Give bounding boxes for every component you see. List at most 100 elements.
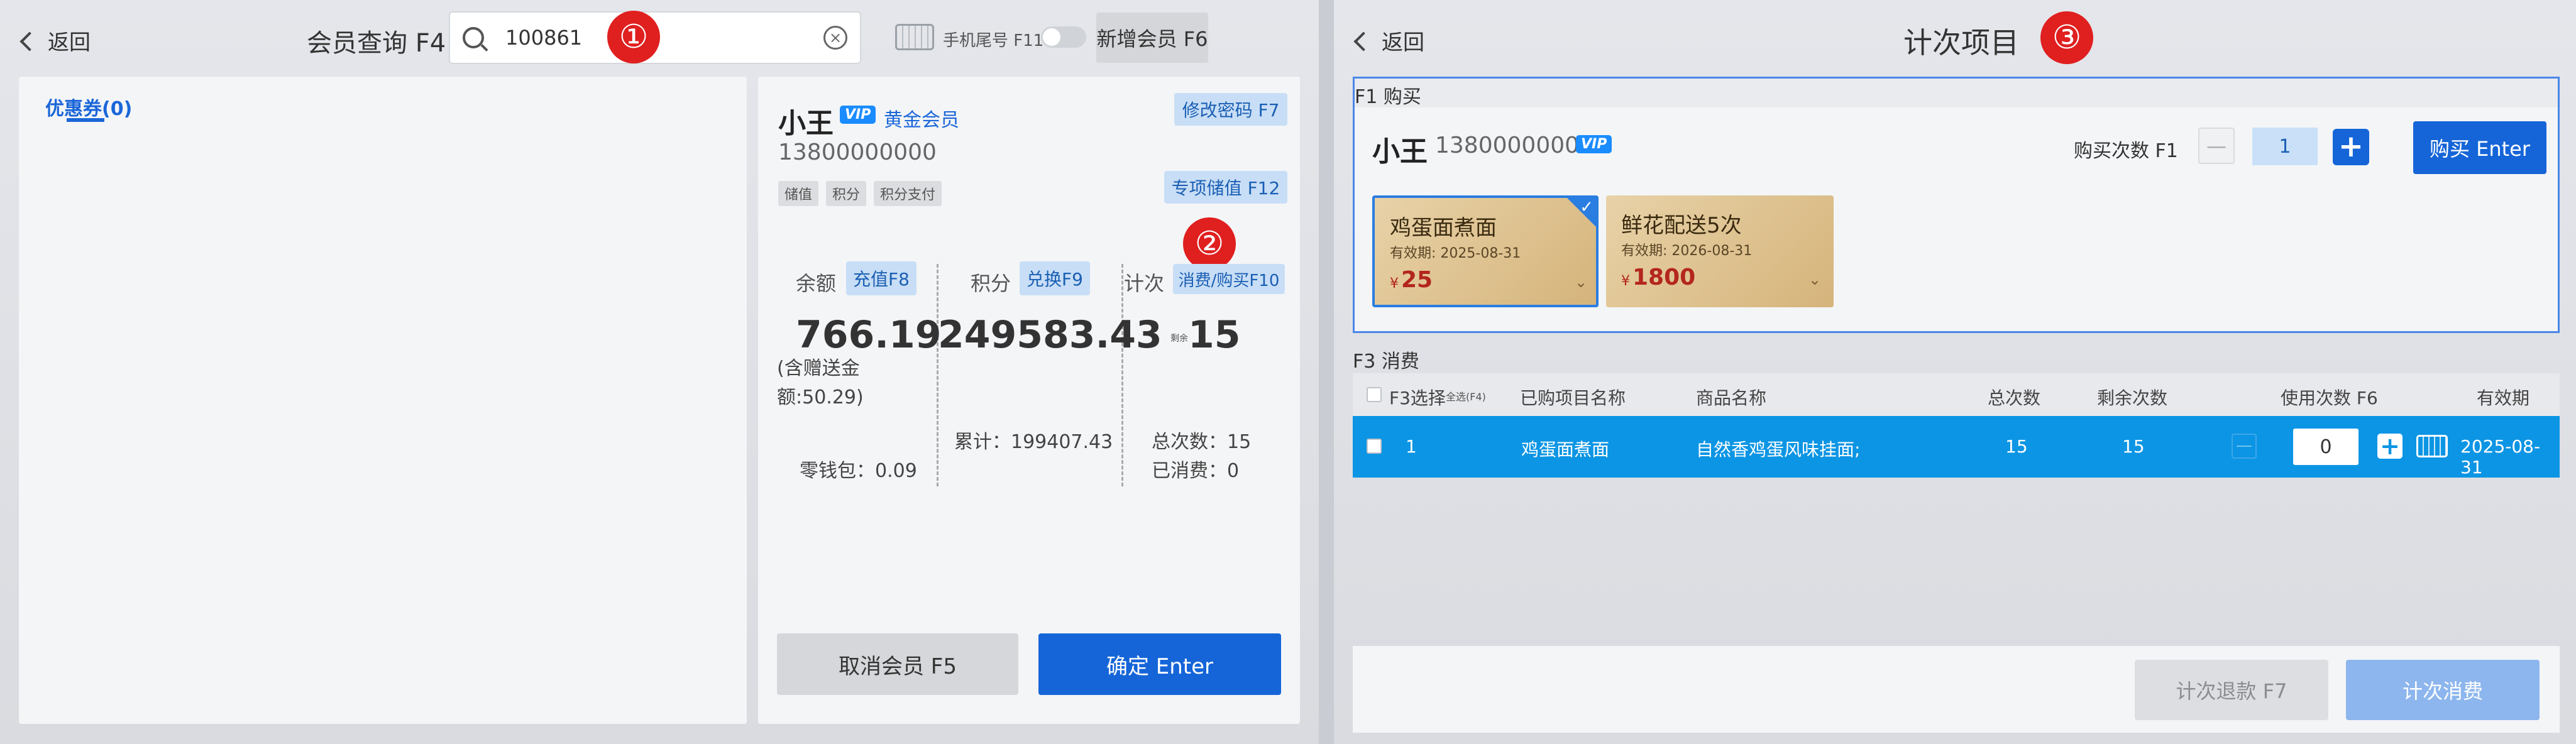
- count-consume-button[interactable]: 消费/购买F10: [1173, 264, 1285, 294]
- back-label: 返回: [48, 30, 91, 55]
- yen-symbol: ¥: [1621, 273, 1630, 289]
- member-name: 小王: [1372, 136, 1428, 168]
- package-card-selected[interactable]: ✓ 鸡蛋面煮面 有效期: 2025-08-31 ¥ 25 ⌄: [1372, 195, 1599, 307]
- header-select-all[interactable]: 全选(F4): [1446, 388, 1486, 403]
- cancel-member-button[interactable]: 取消会员 F5: [777, 633, 1018, 695]
- member-phone: 13800000000: [778, 140, 937, 165]
- chevron-left-icon: [1353, 31, 1373, 52]
- row-product: 自然香鸡蛋风味挂面;: [1696, 439, 1861, 460]
- count-label: 计次: [1124, 271, 1165, 295]
- count-items-screen: 返回 计次项目 ③ F1 购买 小王 13800000000 VIP 购买次数 …: [1334, 0, 2576, 744]
- chevron-down-icon[interactable]: ⌄: [1575, 273, 1587, 291]
- tab-underline: [67, 118, 104, 122]
- tag-deposit: 储值: [778, 181, 819, 206]
- chevron-left-icon: [19, 31, 40, 52]
- use-count-input[interactable]: 0: [2293, 429, 2359, 465]
- use-count-minus-button[interactable]: —: [2232, 434, 2257, 459]
- wallet-balance: 零钱包：0.09: [800, 460, 917, 482]
- row-item: 鸡蛋面煮面: [1521, 439, 1610, 460]
- keyboard-icon[interactable]: [895, 24, 934, 50]
- points-accumulated: 累计：199407.43: [954, 431, 1113, 453]
- page-title: 会员查询 F4: [307, 29, 446, 58]
- phone-tail-toggle[interactable]: [1041, 26, 1086, 48]
- back-label: 返回: [1382, 30, 1424, 55]
- row-remaining: 15: [2122, 436, 2145, 457]
- balance-note: (含赠送金额:50.29): [777, 358, 864, 408]
- back-button[interactable]: 返回: [1353, 25, 1424, 56]
- package-validity: 有效期: 2026-08-31: [1621, 243, 1753, 259]
- header-remaining: 剩余次数: [2097, 388, 2168, 408]
- select-all-checkbox[interactable]: [1367, 387, 1382, 402]
- back-button[interactable]: 返回: [19, 25, 91, 56]
- tag-points-pay: 积分支付: [874, 181, 942, 206]
- consume-section-label: F3 消费: [1353, 351, 1419, 373]
- header-use: 使用次数 F6: [2281, 388, 2378, 408]
- clear-icon[interactable]: ×: [823, 26, 847, 50]
- points-amount: 249583.43: [938, 313, 1162, 357]
- header-select: F3选择: [1389, 388, 1446, 408]
- count-remaining: 15: [1188, 313, 1241, 357]
- recharge-button[interactable]: 充值F8: [846, 261, 916, 295]
- yen-symbol: ¥: [1390, 276, 1399, 292]
- coupon-panel: 优惠券(0): [19, 77, 747, 724]
- row-index: 1: [1406, 436, 1417, 457]
- confirm-button[interactable]: 确定 Enter: [1038, 633, 1281, 695]
- annotation-marker-3: ③: [2040, 11, 2093, 64]
- row-total: 15: [2005, 436, 2028, 457]
- row-checkbox[interactable]: [1367, 439, 1382, 454]
- exchange-button[interactable]: 兑换F9: [1020, 261, 1090, 295]
- search-icon: [463, 27, 484, 48]
- member-level: 黄金会员: [884, 109, 959, 131]
- table-header: F3选择 全选(F4) 已购项目名称 商品名称 总次数 剩余次数 使用次数 F6…: [1353, 373, 2560, 416]
- member-info-panel: 小王 VIP 黄金会员 修改密码 F7 13800000000 储值 积分 积分…: [758, 77, 1300, 724]
- tab-coupons[interactable]: 优惠券(0): [45, 93, 132, 121]
- member-query-screen: 返回 会员查询 F4 100861 × ① 手机尾号 F11 新增会员 F6 优…: [0, 0, 1319, 744]
- buy-section-label: F1 购买: [1355, 86, 1421, 108]
- row-validity: 2025-08-31: [2460, 436, 2541, 478]
- add-member-button[interactable]: 新增会员 F6: [1096, 13, 1208, 63]
- count-remaining-prefix: 剩余: [1170, 334, 1188, 344]
- chevron-down-icon[interactable]: ⌄: [1808, 271, 1821, 288]
- points-label: 积分: [971, 271, 1011, 295]
- column-divider: [937, 264, 938, 486]
- check-icon: ✓: [1580, 198, 1593, 217]
- vip-badge: VIP: [1576, 135, 1612, 153]
- special-deposit-button[interactable]: 专项储值 F12: [1164, 171, 1287, 204]
- consume-button[interactable]: 计次消费: [2346, 660, 2540, 720]
- balance-label: 余额: [796, 271, 837, 295]
- package-card[interactable]: 鲜花配送5次 有效期: 2026-08-31 ¥ 1800 ⌄: [1606, 195, 1834, 307]
- tag-points: 积分: [826, 181, 867, 206]
- count-total: 总次数：15: [1152, 431, 1252, 453]
- package-validity: 有效期: 2025-08-31: [1390, 246, 1521, 261]
- package-name: 鸡蛋面煮面: [1390, 216, 1497, 241]
- footer-bar: 计次退款 F7 计次消费: [1353, 646, 2560, 733]
- header-total: 总次数: [1988, 388, 2041, 408]
- search-value: 100861: [505, 26, 583, 50]
- screen-divider: [1319, 0, 1334, 744]
- column-divider: [1121, 264, 1123, 486]
- annotation-marker-2: ②: [1183, 217, 1236, 270]
- keyboard-icon[interactable]: [2416, 435, 2448, 457]
- buy-count-plus-button[interactable]: +: [2333, 129, 2369, 165]
- package-name: 鲜花配送5次: [1621, 213, 1742, 238]
- buy-button[interactable]: 购买 Enter: [2413, 121, 2546, 174]
- member-phone: 13800000000: [1435, 133, 1593, 158]
- change-password-button[interactable]: 修改密码 F7: [1174, 93, 1287, 126]
- header-item: 已购项目名称: [1520, 388, 1626, 408]
- balance-amount: 766.19: [796, 313, 942, 357]
- count-used: 已消费：0: [1152, 460, 1240, 482]
- use-count-plus-button[interactable]: +: [2377, 434, 2403, 459]
- buy-count-input[interactable]: 1: [2252, 128, 2318, 165]
- header-validity: 有效期: [2477, 388, 2530, 408]
- package-price: 25: [1401, 267, 1433, 293]
- table-row[interactable]: 1 鸡蛋面煮面 自然香鸡蛋风味挂面; 15 15 — 0 + 2025-08-3…: [1353, 416, 2560, 478]
- phone-tail-label: 手机尾号 F11: [943, 31, 1044, 50]
- vip-badge: VIP: [840, 106, 876, 124]
- package-price: 1800: [1632, 265, 1696, 290]
- annotation-marker-1: ①: [607, 11, 660, 63]
- buy-section: F1 购买 小王 13800000000 VIP 购买次数 F1 — 1 + 购…: [1353, 77, 2560, 333]
- buy-count-minus-button[interactable]: —: [2198, 128, 2235, 164]
- refund-button[interactable]: 计次退款 F7: [2135, 660, 2328, 720]
- member-name: 小王: [778, 107, 834, 140]
- member-tags: 储值 积分 积分支付: [778, 181, 942, 206]
